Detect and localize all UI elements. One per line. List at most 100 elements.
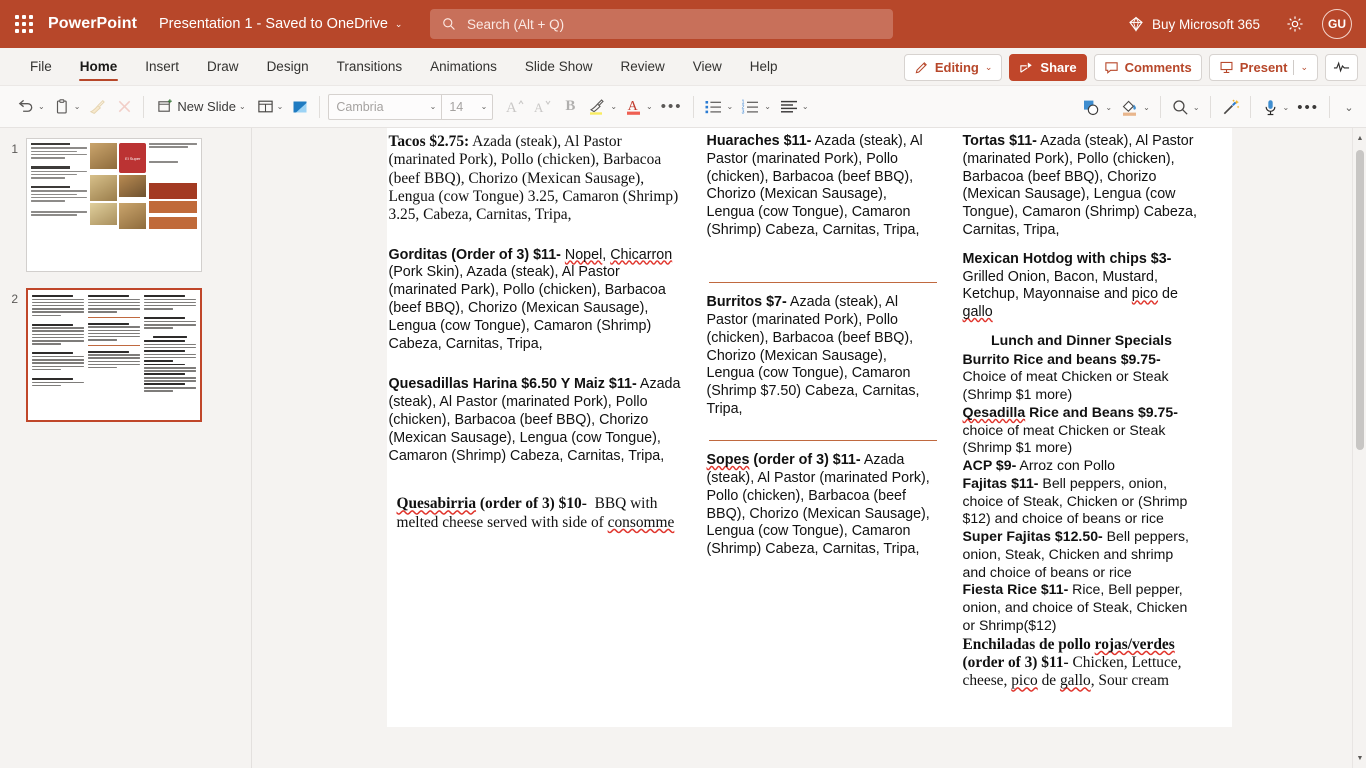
special-enchiladas[interactable]: Enchiladas de pollo rojas/verdes (order … [963,636,1201,691]
menu-item-huaraches[interactable]: Huaraches $11- Azada (steak), Al Pastor … [707,133,939,240]
tab-view[interactable]: View [679,48,736,85]
menu-item-tacos[interactable]: Tacos $2.75: Azada (steak), Al Pastor (m… [389,133,691,225]
tab-file[interactable]: File [16,48,66,85]
special-qesadilla-rice[interactable]: Qesadilla Rice and Beans $9.75- choice o… [963,404,1201,457]
document-title-button[interactable]: Presentation 1 - Saved to OneDrive ⌄ [159,16,402,32]
find-magnifier-icon [1171,98,1190,117]
menubar-right-group: Editing ⌄ Share Comments Present [904,48,1358,86]
item-body: choice of meat Chicken or Steak (Shrimp … [963,422,1166,456]
designer-wand-icon [1221,98,1240,117]
tab-label: Review [620,59,664,74]
shape-fill-button[interactable]: ⌄ [1116,92,1154,122]
share-button[interactable]: Share [1009,54,1086,81]
more-commands-button[interactable]: ••• [1293,92,1323,122]
tab-review[interactable]: Review [606,48,678,85]
special-super-fajitas[interactable]: Super Fajitas $12.50- Bell peppers, onio… [963,528,1201,581]
item-body: Grilled Onion, Bacon, Mustard, Ketchup, … [963,269,1178,321]
share-icon [1019,60,1034,75]
slide-canvas-pane: Tacos $2.75: Azada (steak), Al Pastor (m… [252,128,1366,768]
present-label: Present [1240,60,1288,75]
paste-button[interactable]: ⌄ [49,92,85,122]
tab-help[interactable]: Help [736,48,792,85]
special-fiesta-rice[interactable]: Fiesta Rice $11- Rice, Bell pepper, onio… [963,581,1201,634]
buy-microsoft-365-button[interactable]: Buy Microsoft 365 [1114,16,1274,32]
misspelled-word: gallo [963,304,993,320]
chevron-down-icon: ⌄ [802,102,809,111]
app-launcher-button[interactable] [0,15,48,33]
clear-formatting-button[interactable] [111,92,137,122]
item-body: Choice of meat Chicken or Steak (Shrimp … [963,368,1169,402]
designer-button[interactable] [1217,92,1244,122]
editing-mode-button[interactable]: Editing ⌄ [904,54,1003,81]
activity-button[interactable] [1325,54,1358,81]
svg-text:A: A [534,100,544,115]
new-slide-label: New Slide [177,99,236,114]
collapse-ribbon-button[interactable]: ⌄ [1336,92,1362,122]
scroll-up-icon[interactable]: ▲ [1353,130,1366,146]
clipboard-paste-icon [53,98,71,116]
format-painter-button[interactable] [84,92,111,122]
slide-canvas[interactable]: Tacos $2.75: Azada (steak), Al Pastor (m… [387,128,1232,727]
scroll-down-icon[interactable]: ▼ [1353,750,1366,766]
tab-insert[interactable]: Insert [131,48,193,85]
align-text-button[interactable]: ⌄ [775,92,813,122]
divider [143,96,144,118]
font-name-input[interactable]: Cambria ⌄ [329,95,441,119]
tab-design[interactable]: Design [253,48,323,85]
slide-thumbnail-2[interactable] [26,288,202,422]
chevron-down-icon: ⌄ [74,102,81,111]
reset-design-button[interactable] [287,92,313,122]
menu-item-burritos[interactable]: Burritos $7- Azada (steak), Al Pastor (m… [707,294,939,419]
divider [1293,60,1294,75]
clear-formatting-x-icon [116,98,133,115]
bulleted-list-icon [704,98,724,116]
thumbnail-row: 2 [0,288,251,422]
text-highlight-button[interactable]: ⌄ [583,92,621,122]
tab-home[interactable]: Home [66,48,132,85]
font-color-button[interactable]: A ⌄ [621,92,657,122]
tab-draw[interactable]: Draw [193,48,253,85]
avatar[interactable]: GU [1322,9,1352,39]
tab-label: File [30,59,52,74]
dictate-button[interactable]: ⌄ [1257,92,1294,122]
more-font-options-button[interactable]: ••• [657,92,687,122]
shapes-button[interactable]: ⌄ [1078,92,1116,122]
menu-item-gorditas[interactable]: Gorditas (Order of 3) $11- Nopel, Chicar… [389,247,691,354]
special-acp[interactable]: ACP $9- Arroz con Pollo [963,457,1201,475]
new-slide-button[interactable]: New Slide ⌄ [150,92,252,122]
bulleted-list-button[interactable]: ⌄ [700,92,738,122]
thumbnail-preview [28,290,200,398]
settings-button[interactable] [1274,0,1316,48]
slide-layout-button[interactable]: ⌄ [253,92,288,122]
vertical-scrollbar[interactable]: ▲ ▼ [1352,128,1366,768]
present-button[interactable]: Present ⌄ [1209,54,1318,81]
divider [1210,96,1211,118]
editing-label: Editing [935,60,979,75]
tab-label: Home [80,59,118,74]
special-burrito-rice[interactable]: Burrito Rice and beans $9.75- Choice of … [963,351,1201,404]
font-size-input[interactable]: 14 ⌄ [442,95,492,119]
tab-animations[interactable]: Animations [416,48,511,85]
bold-button[interactable]: B [557,92,583,122]
menu-item-quesabirria[interactable]: Quesabirria (order of 3) $10- BBQ with m… [389,495,691,532]
slide-thumbnail-pane[interactable]: 1 [0,128,252,768]
misspelled-word: rojas/verdes [1095,636,1175,653]
decrease-font-size-button[interactable]: A [529,92,557,122]
tab-slide-show[interactable]: Slide Show [511,48,607,85]
comments-button[interactable]: Comments [1094,54,1202,81]
search-input[interactable]: Search (Alt + Q) [430,9,893,39]
numbered-list-button[interactable]: 1 2 3 ⌄ [737,92,775,122]
special-fajitas[interactable]: Fajitas $11- Bell peppers, onion, choice… [963,475,1201,528]
menu-item-sopes[interactable]: Sopes (order of 3) $11- Azada (steak), A… [707,452,939,559]
undo-button[interactable]: ⌄ [12,92,49,122]
find-button[interactable]: ⌄ [1167,92,1204,122]
format-painter-icon [88,97,107,116]
increase-font-size-button[interactable]: A [501,92,529,122]
slide-thumbnail-1[interactable]: El Super [26,138,202,272]
menu-item-mexican-hotdog[interactable]: Mexican Hotdog with chips $3- Grilled On… [963,251,1201,322]
menu-item-tortas[interactable]: Tortas $11- Azada (steak), Al Pastor (ma… [963,133,1201,240]
tab-transitions[interactable]: Transitions [323,48,417,85]
workspace: 1 [0,128,1366,768]
scrollbar-thumb[interactable] [1356,150,1364,450]
menu-item-quesadillas[interactable]: Quesadillas Harina $6.50 Y Maiz $11- Aza… [389,376,691,465]
